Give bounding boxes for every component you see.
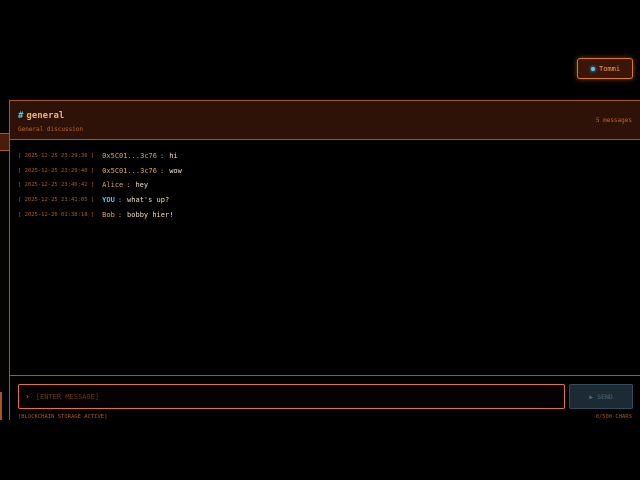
message-text: what's up? — [127, 196, 170, 205]
user-name: Tommi — [599, 64, 621, 73]
channel-name: general — [26, 111, 65, 121]
message-row: [ 2025-12-25 23:40:42 ] Alice : hey — [18, 178, 628, 193]
channel-description: General discussion — [18, 126, 84, 133]
storage-status: [BLOCKCHAIN STORAGE ACTIVE] — [18, 414, 108, 420]
message-sender-self[interactable]: YOU — [102, 196, 115, 204]
message-separator: : — [126, 181, 131, 190]
message-timestamp: [ 2025-12-25 23:41:05 ] — [18, 197, 95, 204]
message-row: [ 2025-12-25 23:41:05 ] YOU : what's up? — [18, 193, 628, 208]
message-separator: : — [159, 166, 165, 175]
message-timestamp: [ 2025-12-25 23:29:36 ] — [18, 153, 95, 160]
message-text: hi — [169, 152, 178, 161]
message-row: [ 2025-12-26 01:38:18 ] Bob : bobby hier… — [18, 207, 628, 222]
send-button[interactable]: ▶ SEND — [569, 384, 633, 409]
message-separator: : — [117, 196, 123, 205]
channel-header: # general General discussion 5 messages — [10, 100, 640, 140]
message-text: bobby hier! — [127, 210, 174, 219]
sidebar-edge — [0, 392, 2, 420]
user-badge[interactable]: Tommi — [577, 58, 633, 79]
message-list: [ 2025-12-25 23:29:36 ] 0x5C01...3c76 : … — [18, 149, 628, 222]
online-status-icon — [591, 66, 595, 71]
message-separator: : — [159, 152, 165, 161]
message-timestamp: [ 2025-12-25 23:29:40 ] — [18, 167, 95, 174]
message-sender[interactable]: 0x5C01...3c76 — [102, 152, 157, 160]
message-sender[interactable]: 0x5C01...3c76 — [102, 167, 157, 175]
send-label: SEND — [597, 392, 613, 401]
char-count: 0/500 CHARS — [595, 414, 632, 420]
prompt-chevron-icon: › — [25, 392, 30, 401]
message-row: [ 2025-12-25 23:29:40 ] 0x5C01...3c76 : … — [18, 164, 628, 179]
message-sender[interactable]: Alice — [102, 181, 123, 189]
message-text: hey — [135, 181, 149, 190]
send-arrow-icon: ▶ — [589, 392, 594, 401]
channel-title: # general — [18, 111, 64, 121]
message-row: [ 2025-12-25 23:29:36 ] 0x5C01...3c76 : … — [18, 149, 628, 164]
message-count: 5 messages — [595, 117, 632, 124]
sidebar-channel-tab[interactable] — [0, 133, 9, 151]
hash-icon: # — [18, 111, 24, 121]
message-timestamp: [ 2025-12-25 23:40:42 ] — [18, 182, 95, 189]
message-separator: : — [117, 210, 123, 219]
message-input-box[interactable]: › — [18, 384, 565, 409]
message-sender[interactable]: Bob — [102, 211, 115, 219]
message-timestamp: [ 2025-12-26 01:38:18 ] — [18, 211, 95, 218]
message-text: wow — [169, 166, 182, 175]
message-input[interactable] — [35, 392, 564, 401]
